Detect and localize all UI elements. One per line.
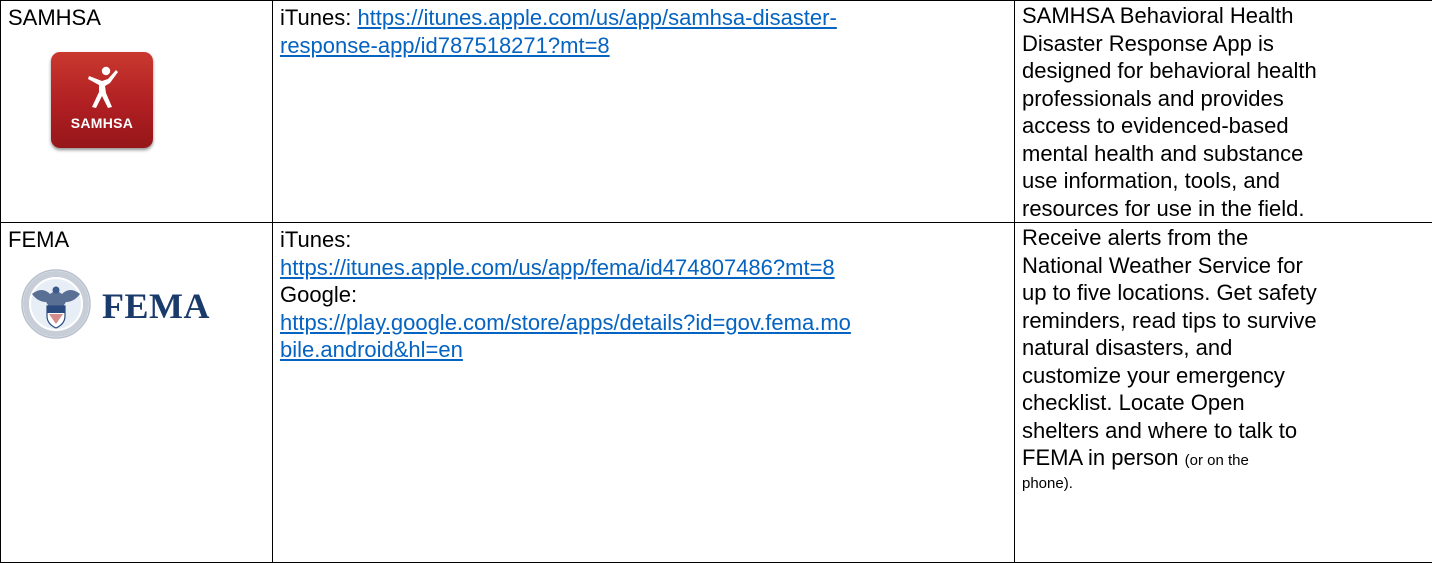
itunes-label: iTunes: [280,5,357,30]
description-line: mental health and substance [1022,140,1426,168]
table-row: SAMHSA SAMHSA iTunes: https://itunes.app… [1,1,1432,223]
itunes-link[interactable]: https://itunes.apple.com/us/app/samhsa-d… [280,5,837,58]
description-line: Receive alerts from the [1022,224,1426,252]
description-line: use information, tools, and [1022,167,1426,195]
table-row: FEMA FEMA iTunes: [1,223,1432,563]
agency-name: FEMA [8,226,266,254]
description-line: access to evidenced-based [1022,112,1426,140]
description-line: Disaster Response App is [1022,30,1426,58]
agency-cell: FEMA FEMA [1,223,273,563]
google-label: Google: [280,281,1008,309]
description-line: professionals and provides [1022,85,1426,113]
links-cell: iTunes: https://itunes.apple.com/us/app/… [273,1,1015,223]
fema-logo-text: FEMA [102,286,210,326]
person-figure-icon [85,66,119,110]
description-line: resources for use in the field. [1022,195,1426,223]
dhs-seal-icon [20,268,92,340]
description-line: SAMHSA Behavioral Health [1022,2,1426,30]
samhsa-logo-text: SAMHSA [51,115,153,131]
apps-table: SAMHSA SAMHSA iTunes: https://itunes.app… [0,0,1432,563]
itunes-label: iTunes: [280,226,1008,254]
description-line: natural disasters, and [1022,334,1426,362]
google-play-link[interactable]: https://play.google.com/store/apps/detai… [280,310,851,363]
description-line: National Weather Service for [1022,252,1426,280]
fema-logo: FEMA [20,268,266,342]
agency-name: SAMHSA [8,4,266,32]
links-cell: iTunes: https://itunes.apple.com/us/app/… [273,223,1015,563]
itunes-link[interactable]: https://itunes.apple.com/us/app/fema/id4… [280,254,1008,282]
description-line: checklist. Locate Open [1022,389,1426,417]
agency-cell: SAMHSA SAMHSA [1,1,273,223]
description-line: shelters and where to talk to [1022,417,1426,445]
description-line: phone). [1022,475,1426,493]
description-line: customize your emergency [1022,362,1426,390]
description-line: FEMA in person (or on the [1022,444,1426,475]
description-line: designed for behavioral health [1022,57,1426,85]
description-cell: Receive alerts from the National Weather… [1015,223,1432,563]
description-cell: SAMHSA Behavioral Health Disaster Respon… [1015,1,1432,223]
description-line: up to five locations. Get safety [1022,279,1426,307]
description-line: reminders, read tips to survive [1022,307,1426,335]
samhsa-app-icon: SAMHSA [51,52,153,148]
